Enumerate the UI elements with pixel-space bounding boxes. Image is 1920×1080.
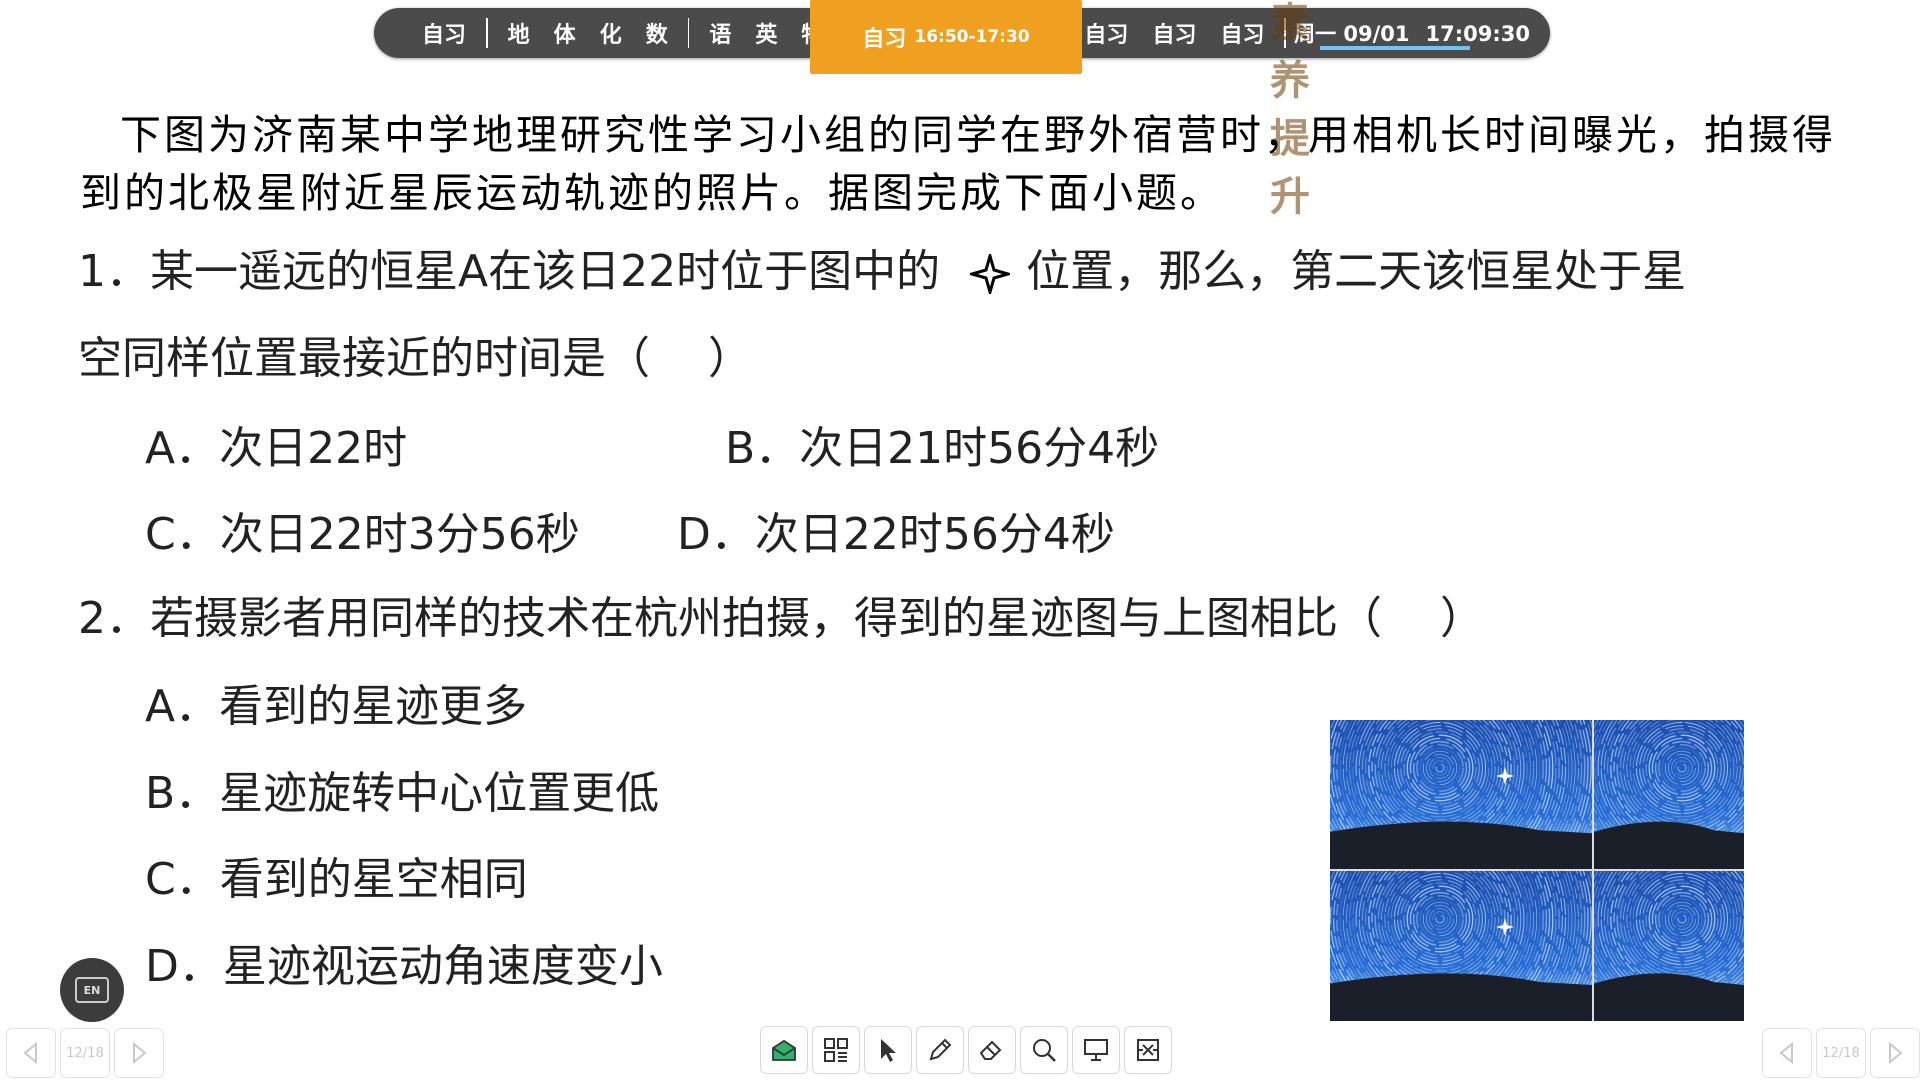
apps-icon xyxy=(824,1038,848,1062)
question-2-option-b: B．星迹旋转中心位置更低 xyxy=(145,768,660,819)
next-page-button[interactable] xyxy=(114,1028,164,1078)
star-trail-photo xyxy=(1594,720,1744,869)
star-trail-photo xyxy=(1330,871,1592,1021)
chevron-right-icon xyxy=(133,1042,147,1064)
slide: 下图为济南某中学地理研究性学习小组的同学在野外宿营时，用相机长时间曝光，拍摄得到… xyxy=(0,0,1920,1080)
bottom-toolbar xyxy=(760,1026,1172,1076)
question-2-option-c: C．看到的星空相同 xyxy=(145,854,528,905)
intro-text: 下图为济南某中学地理研究性学习小组的同学在野外宿营时，用相机长时间曝光，拍摄得到… xyxy=(80,111,1836,217)
question-2-option-d: D．星迹视运动角速度变小 xyxy=(145,941,663,992)
eraser-button[interactable] xyxy=(968,1026,1016,1074)
projector-icon xyxy=(1084,1039,1108,1061)
whiteboard-button[interactable] xyxy=(760,1026,808,1074)
question-1-option-b: B．次日21时56分4秒 xyxy=(725,423,1160,474)
pager-right: 12/18 xyxy=(1762,1028,1920,1078)
page-indicator[interactable]: 12/18 xyxy=(1816,1028,1866,1078)
chevron-right-icon xyxy=(1889,1042,1903,1064)
question-1-line-2: 空同样位置最接近的时间是（ ） xyxy=(78,333,752,384)
exit-button[interactable] xyxy=(1124,1026,1172,1074)
next-page-button[interactable] xyxy=(1870,1028,1920,1078)
star-trail-photo xyxy=(1594,871,1744,1021)
prev-page-button[interactable] xyxy=(6,1028,56,1078)
zoom-button[interactable] xyxy=(1020,1026,1068,1074)
chevron-left-icon xyxy=(23,1042,37,1064)
language-switch-button[interactable]: EN xyxy=(60,958,124,1022)
eraser-icon xyxy=(979,1040,1002,1060)
pointer-button[interactable] xyxy=(864,1026,912,1074)
question-1-line-1: 1．某一遥远的恒星A在该日22时位于图中的 位置，那么，第二天该恒星处于星 xyxy=(78,235,1686,299)
question-2-option-a: A．看到的星迹更多 xyxy=(145,681,528,732)
zoom-icon xyxy=(1033,1039,1056,1062)
pen-icon xyxy=(929,1038,952,1061)
keyboard-icon: EN xyxy=(75,977,109,1003)
four-point-star-icon xyxy=(970,254,1011,294)
question-2-stem: 2．若摄影者用同样的技术在杭州拍摄，得到的星迹图与上图相比（ ） xyxy=(78,593,1484,644)
question-1-option-d: D．次日22时56分4秒 xyxy=(677,509,1115,560)
star-trail-photo xyxy=(1330,720,1592,869)
question-1-text-before: 1．某一遥远的恒星A在该日22时位于图中的 xyxy=(78,246,941,297)
projector-button[interactable] xyxy=(1072,1026,1120,1074)
question-1-option-c: C．次日22时3分56秒 xyxy=(145,509,580,560)
exit-icon xyxy=(1137,1039,1159,1061)
pager-left: 12/18 xyxy=(6,1028,164,1078)
prev-page-button[interactable] xyxy=(1762,1028,1812,1078)
pointer-icon xyxy=(881,1039,896,1062)
apps-button[interactable] xyxy=(812,1026,860,1074)
question-1-option-a: A．次日22时 xyxy=(145,423,408,474)
star-trail-photos xyxy=(1330,720,1744,1021)
page-indicator[interactable]: 12/18 xyxy=(60,1028,110,1078)
chevron-left-icon xyxy=(1779,1042,1793,1064)
whiteboard-icon xyxy=(772,1039,796,1061)
pen-button[interactable] xyxy=(916,1026,964,1074)
question-1-text-after: 位置，那么，第二天该恒星处于星 xyxy=(1026,246,1687,297)
